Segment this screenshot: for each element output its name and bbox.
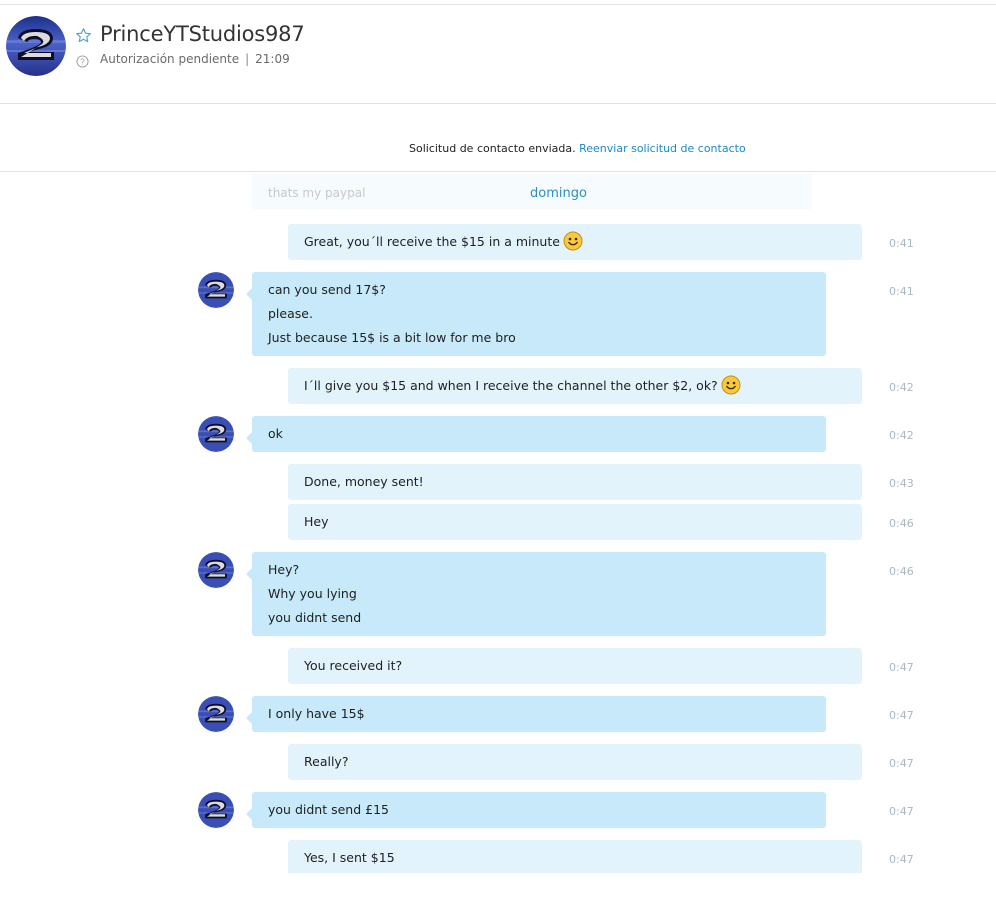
conversation-header: PrinceYTStudios987 ? Autorización pendie…	[0, 5, 996, 104]
message-timestamp: 0:47	[889, 853, 914, 866]
message-text: I only have 15$	[268, 706, 365, 721]
message-bubble[interactable]: you didnt send £15	[246, 792, 826, 828]
message-bubble[interactable]: I only have 15$	[246, 696, 826, 732]
message-bubble[interactable]: Done, money sent!	[288, 464, 862, 500]
message-timestamp: 0:46	[889, 565, 914, 578]
message-timestamp: 0:42	[889, 381, 914, 394]
svg-text:?: ?	[80, 57, 85, 67]
message-text: Just because 15$ is a bit low for me bro	[268, 330, 516, 345]
message-text: Hey	[304, 514, 329, 529]
message-timestamp: 0:42	[889, 429, 914, 442]
sender-avatar[interactable]	[198, 696, 234, 732]
message-text: Really?	[304, 754, 349, 769]
message-text: you didnt send	[268, 610, 362, 625]
message-timestamp: 0:47	[889, 661, 914, 674]
message-text: You received it?	[304, 658, 403, 673]
message-timestamp: 0:47	[889, 757, 914, 770]
message-timestamp: 0:41	[889, 285, 914, 298]
question-mark-icon: ?	[76, 53, 89, 68]
message-bubble[interactable]: You received it?	[288, 648, 862, 684]
message-bubble[interactable]: I´ll give you $15 and when I receive the…	[288, 368, 862, 404]
message-text: Hey?	[268, 562, 300, 577]
message-text: please.	[268, 306, 313, 321]
message-text: I´ll give you $15 and when I receive the…	[304, 374, 846, 398]
smiley-emoticon-icon	[563, 231, 583, 251]
resend-request-link[interactable]: Reenviar solicitud de contacto	[579, 142, 746, 155]
request-sent-text: Solicitud de contacto enviada.	[409, 142, 576, 155]
contact-request-notice: Solicitud de contacto enviada. Reenviar …	[409, 142, 746, 155]
status-time: 21:09	[255, 52, 290, 66]
message-bubble[interactable]: can you send 17$? please. Just because 15$…	[246, 272, 826, 356]
skype-chat-window: PrinceYTStudios987 ? Autorización pendie…	[0, 0, 996, 900]
sender-avatar[interactable]	[198, 416, 234, 452]
message-timestamp: 0:46	[889, 517, 914, 530]
message-bubble[interactable]: Yes, I sent $15	[288, 840, 862, 873]
message-bubble[interactable]: Hey? Why you lying you didnt send	[246, 552, 826, 636]
sender-avatar[interactable]	[198, 272, 234, 308]
message-text: Done, money sent!	[304, 474, 424, 489]
message-bubble[interactable]: ok	[246, 416, 826, 452]
faded-message-text: thats my paypal	[268, 186, 366, 200]
message-timestamp: 0:43	[889, 477, 914, 490]
authorization-status: Autorización pendiente	[100, 52, 240, 66]
message-text: Why you lying	[268, 586, 357, 601]
message-text: Great, you´ll receive the $15 in a minut…	[304, 230, 846, 254]
sender-avatar[interactable]	[198, 792, 234, 828]
message-timestamp: 0:41	[889, 237, 914, 250]
message-list[interactable]: thats my paypal domingo Great, you´ll re…	[0, 173, 996, 873]
message-text: can you send 17$?	[268, 282, 386, 297]
message-timestamp: 0:47	[889, 709, 914, 722]
message-text: ok	[268, 426, 283, 441]
favorite-star-icon[interactable]	[75, 27, 92, 44]
message-bubble[interactable]: Hey	[288, 504, 862, 540]
contact-request-bar: Solicitud de contacto enviada. Reenviar …	[0, 105, 996, 172]
contact-avatar[interactable]	[6, 16, 66, 76]
message-timestamp: 0:47	[889, 805, 914, 818]
sender-avatar[interactable]	[198, 552, 234, 588]
message-bubble[interactable]: Great, you´ll receive the $15 in a minut…	[288, 224, 862, 260]
contact-status: Autorización pendiente | 21:09	[100, 52, 290, 66]
day-separator: domingo	[530, 186, 587, 201]
message-bubble[interactable]: Really?	[288, 744, 862, 780]
message-text: Yes, I sent $15	[304, 850, 395, 865]
smiley-emoticon-icon	[721, 375, 741, 395]
message-text: you didnt send £15	[268, 802, 389, 817]
contact-name[interactable]: PrinceYTStudios987	[100, 22, 305, 46]
